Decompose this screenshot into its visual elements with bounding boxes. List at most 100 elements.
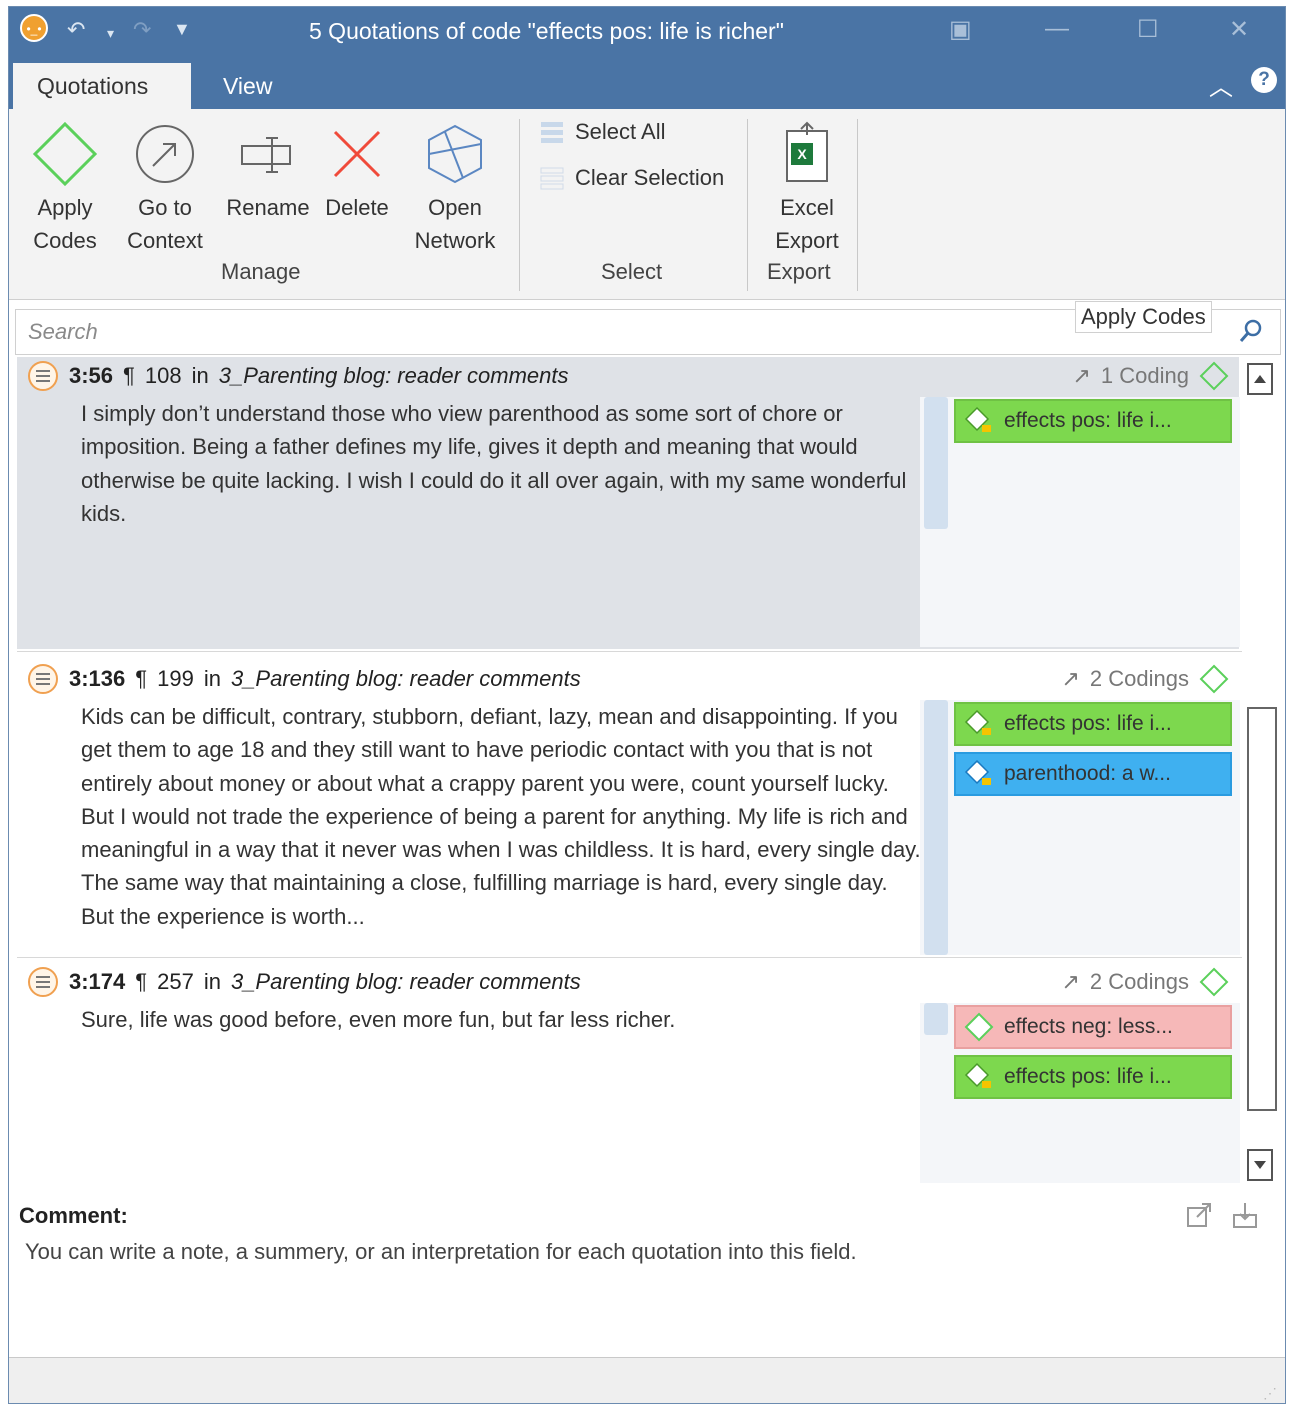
go-to-context-button[interactable]: Go to Context <box>117 119 213 257</box>
group-label-select: Select <box>601 259 663 284</box>
comment-label: Comment: <box>19 1203 128 1228</box>
code-diamond-icon <box>964 1012 994 1042</box>
status-bar: ⋰ <box>9 1357 1285 1403</box>
quotation-icon <box>28 361 58 391</box>
code-comment-icon <box>964 709 994 739</box>
quotation-icon <box>28 967 58 997</box>
quotation-icon <box>28 664 58 694</box>
quotation-line: 199 <box>157 666 194 691</box>
save-comment-icon[interactable] <box>1231 1201 1259 1234</box>
apply-codes-button[interactable]: Apply Codes <box>23 119 107 257</box>
code-diamond-icon <box>1199 361 1229 391</box>
quotation-header: 3:136 ¶ 199 in 3_Parenting blog: reader … <box>27 664 581 694</box>
svg-text:X: X <box>797 146 807 162</box>
document-name[interactable]: 3_Parenting blog: reader comments <box>231 969 581 995</box>
tab-quotations[interactable]: Quotations <box>13 63 191 109</box>
maximize-icon[interactable]: ☐ <box>1137 15 1159 44</box>
in-label: in <box>203 969 221 994</box>
quotation-header: 3:174 ¶ 257 in 3_Parenting blog: reader … <box>27 967 581 997</box>
scroll-thumb[interactable] <box>1247 707 1277 1111</box>
paragraph-mark: ¶ <box>135 969 148 994</box>
quotation-header: 3:56 ¶ 108 in 3_Parenting blog: reader c… <box>27 361 568 391</box>
quotation-row[interactable]: 3:56 ¶ 108 in 3_Parenting blog: reader c… <box>17 357 1240 649</box>
title-bar: •_• ↶ ▾ ↷ ▼ 5 Quotations of code "effect… <box>9 7 1285 57</box>
ribbon-separator <box>747 119 748 291</box>
quotation-span-bar <box>924 700 948 955</box>
apply-codes-diamond-icon <box>23 119 107 189</box>
open-editor-icon[interactable] <box>1185 1201 1213 1234</box>
select-all-icon <box>541 122 563 143</box>
undo-dropdown-icon[interactable]: ▾ <box>107 25 114 42</box>
code-comment-icon <box>964 759 994 789</box>
code-diamond-icon <box>1199 664 1229 694</box>
resize-grip-icon[interactable]: ⋰ <box>1263 1385 1277 1402</box>
undo-icon[interactable]: ↶ <box>67 17 85 43</box>
quotation-span-bar <box>924 397 948 529</box>
quotation-span-bar <box>924 1003 948 1035</box>
codings-count[interactable]: ↗ 2 Codings <box>1061 664 1229 694</box>
codes-panel: effects pos: life i... parenthood: a w..… <box>920 700 1240 955</box>
code-diamond-icon <box>1199 967 1229 997</box>
delete-x-icon <box>321 119 393 189</box>
codings-count[interactable]: ↗ 1 Coding <box>1072 361 1229 391</box>
code-chip[interactable]: parenthood: a w... <box>954 752 1232 796</box>
quotation-id: 3:56 <box>69 363 114 388</box>
expand-arrow-icon: ↗ <box>1061 969 1080 994</box>
close-icon[interactable]: ✕ <box>1229 15 1249 44</box>
restore-layout-icon[interactable]: ▣ <box>949 15 972 44</box>
scroll-up-button[interactable] <box>1247 363 1273 395</box>
code-comment-icon <box>964 1062 994 1092</box>
row-divider <box>17 957 1242 958</box>
select-all-button[interactable]: Select All <box>539 119 666 145</box>
codings-count[interactable]: ↗ 2 Codings <box>1061 967 1229 997</box>
ribbon-separator <box>857 119 858 291</box>
document-name[interactable]: 3_Parenting blog: reader comments <box>219 363 569 389</box>
app-logo-icon[interactable]: •_• <box>19 13 49 49</box>
code-chip[interactable]: effects pos: life i... <box>954 399 1232 443</box>
group-label-manage: Manage <box>221 259 301 284</box>
open-network-button[interactable]: Open Network <box>407 119 503 257</box>
code-chip[interactable]: effects pos: life i... <box>954 1055 1232 1099</box>
help-icon[interactable]: ? <box>1251 67 1277 93</box>
ribbon: Apply Codes Go to Context Rename Delete … <box>9 109 1285 300</box>
paragraph-mark: ¶ <box>135 666 148 691</box>
quotation-line: 108 <box>144 363 182 388</box>
excel-export-button[interactable]: X Excel Export <box>761 119 853 257</box>
search-icon[interactable] <box>1238 318 1264 349</box>
codes-panel: effects neg: less... effects pos: life i… <box>920 1003 1240 1183</box>
document-name[interactable]: 3_Parenting blog: reader comments <box>231 666 581 692</box>
comment-text[interactable]: You can write a note, a summery, or an i… <box>25 1239 857 1265</box>
code-comment-icon <box>964 406 994 436</box>
minimize-icon[interactable]: — <box>1045 15 1069 43</box>
in-label: in <box>191 363 209 388</box>
quotations-window: •_• ↶ ▾ ↷ ▼ 5 Quotations of code "effect… <box>8 6 1286 1404</box>
go-to-context-icon <box>117 119 213 189</box>
collapse-ribbon-icon[interactable]: ︿ <box>1209 67 1233 102</box>
redo-icon[interactable]: ↷ <box>133 17 151 43</box>
search-input[interactable] <box>26 318 630 346</box>
in-label: in <box>203 666 221 691</box>
vertical-scrollbar[interactable] <box>1247 359 1277 1189</box>
codes-panel: effects pos: life i... <box>920 397 1240 647</box>
ribbon-separator <box>519 119 520 291</box>
expand-arrow-icon: ↗ <box>1061 666 1080 691</box>
scroll-down-button[interactable] <box>1247 1149 1273 1181</box>
code-chip[interactable]: effects pos: life i... <box>954 702 1232 746</box>
ribbon-tabs: Quotations View ︿ ? <box>9 57 1285 109</box>
delete-button[interactable]: Delete <box>321 119 393 224</box>
code-chip[interactable]: effects neg: less... <box>954 1005 1232 1049</box>
quotation-id: 3:136 <box>69 666 126 691</box>
quotation-line: 257 <box>157 969 194 994</box>
clear-selection-button[interactable]: Clear Selection <box>539 165 724 191</box>
paragraph-mark: ¶ <box>123 363 135 388</box>
customize-toolbar-icon[interactable]: ▼ <box>173 19 191 40</box>
quotation-list: 3:56 ¶ 108 in 3_Parenting blog: reader c… <box>17 357 1242 1187</box>
quotation-row[interactable]: 3:174 ¶ 257 in 3_Parenting blog: reader … <box>17 963 1240 1187</box>
rename-icon <box>223 119 313 189</box>
comment-section: Comment: You can write a note, a summery… <box>19 1203 857 1264</box>
svg-text:•_•: •_• <box>26 22 41 36</box>
rename-button[interactable]: Rename <box>223 119 313 224</box>
tab-view[interactable]: View <box>199 63 296 109</box>
quotation-text: I simply don’t understand those who view… <box>81 401 907 526</box>
quotation-row[interactable]: 3:136 ¶ 199 in 3_Parenting blog: reader … <box>17 660 1240 955</box>
